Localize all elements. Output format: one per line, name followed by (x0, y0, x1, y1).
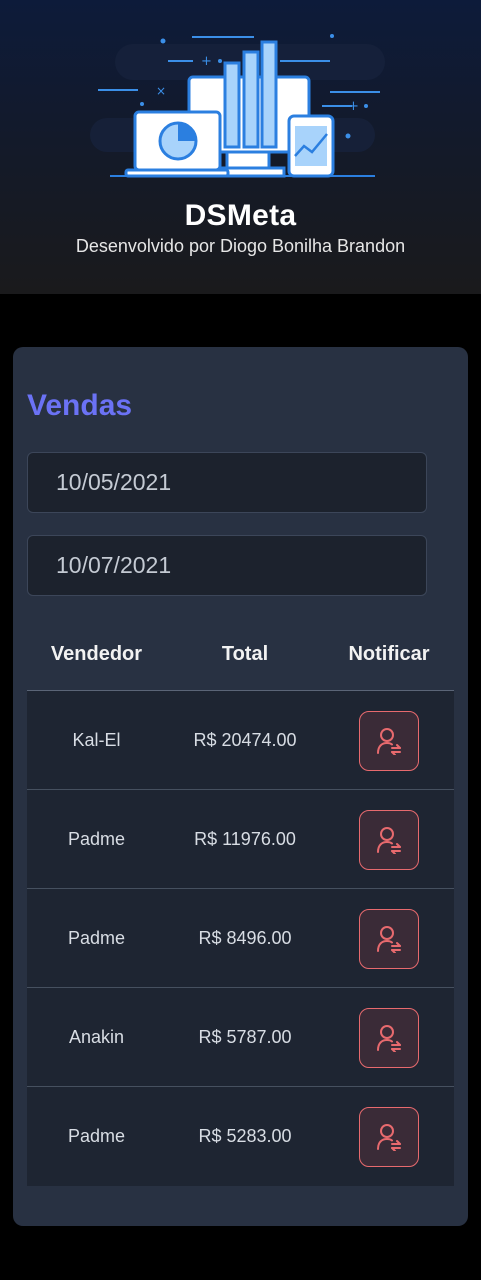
notify-cell (324, 889, 454, 988)
notify-button[interactable] (359, 1007, 419, 1068)
seller-cell: Anakin (68, 1027, 125, 1047)
notify-button[interactable] (359, 710, 419, 771)
sales-dashboard-illustration-icon: × + + (90, 34, 385, 178)
svg-text:×: × (156, 84, 166, 98)
table-row: Padme R$ 8496.00 (27, 889, 454, 988)
sales-table-body: Kal-El R$ 20474.00 Padme R$ 11976.00 Pad… (27, 691, 454, 1186)
notify-cell (324, 790, 454, 889)
max-date-input[interactable]: 10/07/2021 (27, 535, 427, 596)
app-subtitle: Desenvolvido por Diogo Bonilha Brandon (75, 236, 406, 256)
notify-cell (324, 988, 454, 1087)
column-header-notify: Notificar (348, 643, 430, 665)
sales-title: Vendas (27, 389, 133, 422)
notify-button[interactable] (359, 1106, 419, 1167)
sales-table-header: Vendedor Total Notificar (27, 629, 454, 691)
total-cell: R$ 20474.00 (193, 730, 297, 750)
total-cell: R$ 8496.00 (198, 928, 292, 948)
app-header: × + + DSMeta Desenvolvido por Diogo Boni… (0, 0, 481, 294)
svg-text:+: + (348, 99, 359, 114)
notify-cell (324, 1087, 454, 1186)
svg-text:+: + (201, 54, 212, 69)
notify-cell (324, 691, 454, 790)
table-row: Kal-El R$ 20474.00 (27, 691, 454, 790)
notify-user-icon (377, 1024, 401, 1052)
app-title: DSMeta (184, 199, 297, 232)
notify-button[interactable] (359, 908, 419, 969)
notify-user-icon (377, 1123, 401, 1151)
min-date-value: 10/05/2021 (56, 469, 172, 495)
seller-cell: Padme (67, 1126, 126, 1146)
total-cell: R$ 11976.00 (194, 829, 296, 849)
table-row: Padme R$ 11976.00 (27, 790, 454, 889)
max-date-value: 10/07/2021 (56, 552, 172, 578)
sales-card: Vendas 10/05/2021 10/07/2021 Vendedor To… (13, 347, 468, 1226)
seller-cell: Kal-El (72, 730, 121, 750)
seller-cell: Padme (67, 829, 126, 849)
total-cell: R$ 5787.00 (198, 1027, 292, 1047)
notify-button[interactable] (359, 809, 419, 870)
min-date-input[interactable]: 10/05/2021 (27, 452, 427, 513)
table-row: Padme R$ 5283.00 (27, 1087, 454, 1186)
column-header-total: Total (221, 643, 269, 665)
column-header-seller: Vendedor (50, 643, 143, 665)
total-cell: R$ 5283.00 (198, 1126, 292, 1146)
notify-user-icon (377, 826, 401, 854)
seller-cell: Padme (67, 928, 126, 948)
table-row: Anakin R$ 5787.00 (27, 988, 454, 1087)
notify-user-icon (377, 925, 401, 953)
notify-user-icon (377, 727, 401, 755)
